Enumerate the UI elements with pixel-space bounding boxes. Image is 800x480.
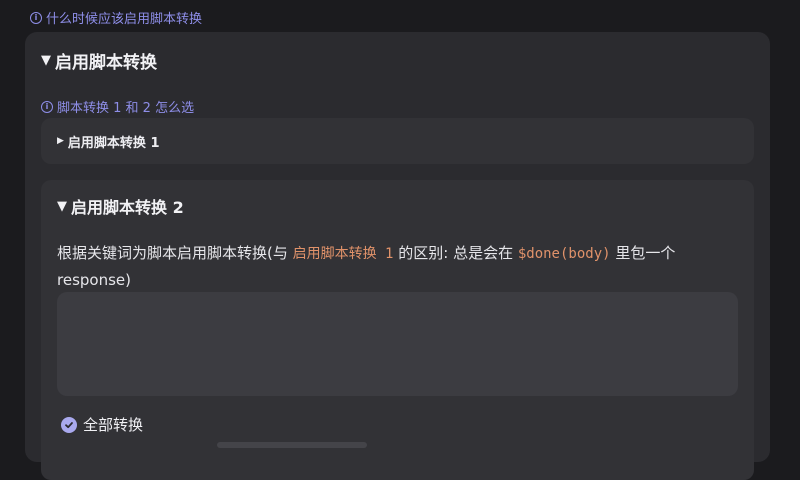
help-link-label: 什么时候应该启用脚本转换	[46, 12, 203, 27]
info-icon: i	[41, 100, 53, 113]
option2-description: 根据关键词为脚本启用脚本转换(与 启用脚本转换 1 的区别: 总是会在 $don…	[57, 240, 747, 293]
desc-code-option1: 启用脚本转换 1	[292, 246, 394, 262]
checkmark-circle-icon	[61, 416, 77, 433]
triangle-right-icon: ▶	[57, 136, 64, 146]
clipped-content	[217, 442, 367, 448]
option2-panel: ▼ 启用脚本转换 2 根据关键词为脚本启用脚本转换(与 启用脚本转换 1 的区别…	[41, 180, 754, 480]
option2-title: 启用脚本转换 2	[71, 198, 184, 217]
info-icon: i	[30, 11, 42, 24]
desc-code-done: $done(body)	[517, 246, 611, 262]
help-link-label: 脚本转换 1 和 2 怎么选	[57, 101, 195, 116]
section-title: 启用脚本转换	[55, 53, 157, 73]
desc-text: 根据关键词为脚本启用脚本转换(与	[57, 244, 293, 262]
keywords-input[interactable]	[57, 292, 738, 396]
desc-text: 的区别: 总是会在	[393, 244, 518, 262]
checkbox-label: 全部转换	[83, 416, 144, 434]
convert-all-checkbox[interactable]: 全部转换	[61, 414, 143, 435]
script-transform-section: ▼ 启用脚本转换 i 脚本转换 1 和 2 怎么选 ▶ 启用脚本转换 1 ▼ 启…	[25, 32, 770, 480]
help-link-compare[interactable]: i 脚本转换 1 和 2 怎么选	[41, 97, 194, 116]
option1-title: 启用脚本转换 1	[67, 135, 160, 151]
triangle-down-icon: ▼	[57, 198, 67, 214]
triangle-down-icon: ▼	[41, 53, 51, 68]
help-link-when-to-enable[interactable]: i 什么时候应该启用脚本转换	[30, 8, 202, 27]
option2-toggle[interactable]: ▼ 启用脚本转换 2	[57, 194, 184, 218]
option1-toggle[interactable]: ▶ 启用脚本转换 1	[41, 118, 754, 164]
section-toggle[interactable]: ▼ 启用脚本转换	[41, 48, 157, 73]
